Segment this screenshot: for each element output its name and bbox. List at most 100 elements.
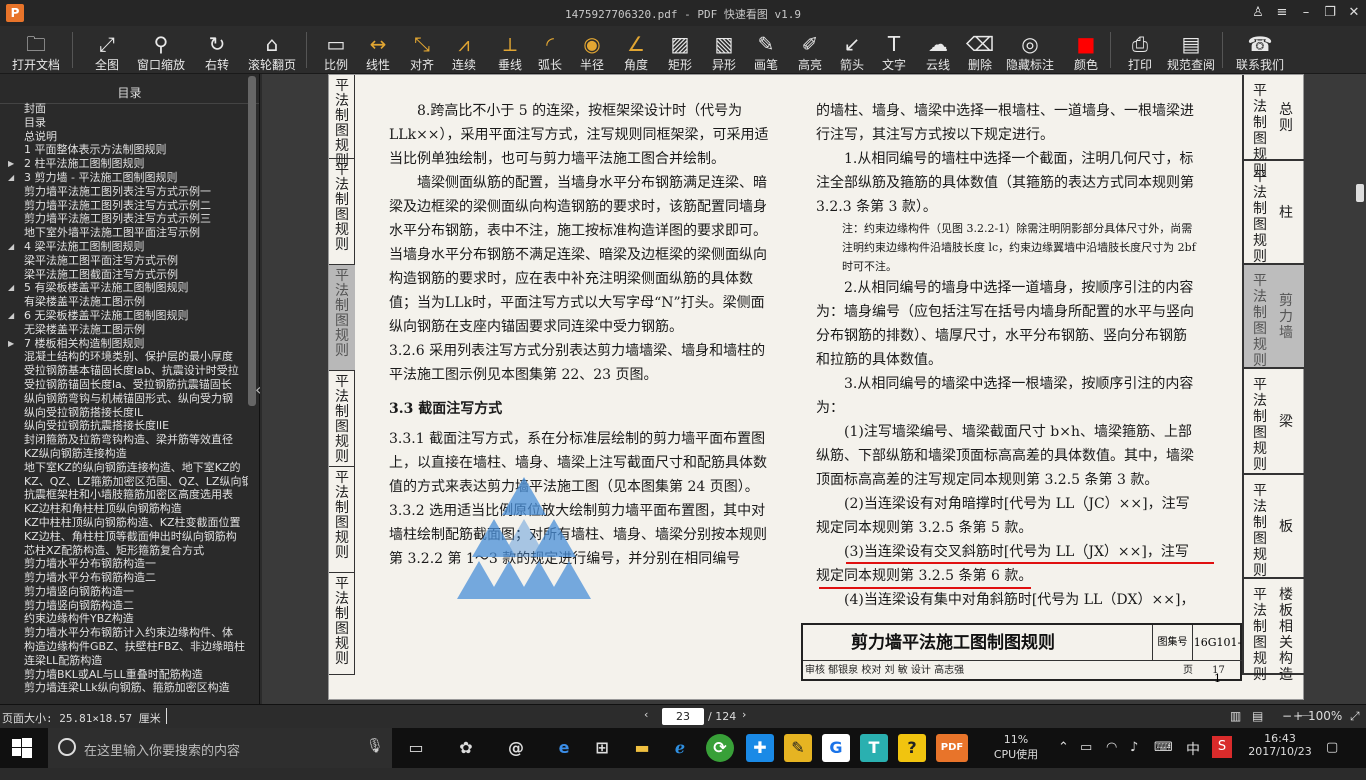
windows-start-icon[interactable] — [12, 738, 32, 758]
search-input[interactable]: 在这里输入你要搜索的内容 — [84, 740, 240, 759]
toc-item[interactable]: KZ中柱柱顶纵向钢筋构造、KZ柱变截面位置 — [0, 516, 248, 530]
toc-item[interactable]: 受拉钢筋锚固长度la、受拉钢筋抗震锚固长 — [0, 378, 248, 392]
task-view-icon[interactable]: ▭ — [402, 734, 430, 762]
support-tool-button[interactable]: ☎ 联系我们 — [1230, 26, 1290, 74]
ime-indicator[interactable]: 中 — [1186, 739, 1200, 779]
zoom-out-button[interactable]: − — [1282, 709, 1292, 723]
toc-item[interactable]: 连梁LL配筋构造 — [0, 654, 248, 668]
toc-item[interactable]: 1 平面整体表示方法制图规则 — [0, 143, 248, 157]
toc-item[interactable]: 剪力墙竖向钢筋构造二 — [0, 599, 248, 613]
book-tool-button[interactable]: ▤ 规范查阅 — [1164, 26, 1218, 74]
toc-item[interactable]: 剪力墙水平分布钢筋计入约束边缘构件、体 — [0, 626, 248, 640]
eraser-tool-button[interactable]: ⌫ 删除 — [960, 26, 1000, 74]
volume-icon[interactable]: ♪ — [1130, 740, 1138, 780]
toc-item[interactable]: KZ纵向钢筋连接构造 — [0, 447, 248, 461]
next-page-button[interactable]: › — [742, 708, 746, 721]
toc-item[interactable]: ▶ 7 楼板相关构造制图规则 — [0, 337, 248, 351]
page-input[interactable]: 23 — [662, 708, 704, 725]
rectangle-area-tool-button[interactable]: ▨ 矩形 — [660, 26, 700, 74]
toc-item[interactable]: 剪力墙竖向钢筋构造一 — [0, 585, 248, 599]
angle-tool-button[interactable]: ∠ 角度 — [616, 26, 656, 74]
toc-item[interactable]: 纵向钢筋弯钩与机械锚固形式、纵向受力钢 — [0, 392, 248, 406]
notes-app-icon[interactable]: ✎ — [784, 734, 812, 762]
fullscreen-icon[interactable]: ⤢ — [1350, 709, 1360, 724]
prev-page-button[interactable]: ‹ — [644, 708, 648, 721]
internet-explorer-icon[interactable]: ℯ — [666, 734, 694, 762]
toc-item[interactable]: ◢ 4 梁平法施工图制图规则 — [0, 240, 248, 254]
toc-item[interactable]: 受拉钢筋基本锚固长度lab、抗震设计时受拉 — [0, 364, 248, 378]
collapse-arrow-icon[interactable]: ◢ — [8, 171, 14, 185]
file-explorer-icon[interactable]: ▬ — [628, 734, 656, 762]
zoom-in-button[interactable]: + — [1293, 709, 1303, 723]
toc-item[interactable]: 梁平法施工图平面注写方式示例 — [0, 254, 248, 268]
folder-tool-button[interactable]: 🗀 打开文档 — [8, 26, 64, 74]
menu-icon[interactable]: ≡ — [1272, 3, 1292, 23]
polygon-area-tool-button[interactable]: ▧ 异形 — [704, 26, 744, 74]
store-icon[interactable]: ⊞ — [588, 734, 616, 762]
collapse-arrow-icon[interactable]: ◢ — [8, 309, 14, 323]
toc-item[interactable]: 混凝土结构的环境类别、保护层的最小厚度 — [0, 350, 248, 364]
user-icon[interactable]: ♙ — [1248, 3, 1268, 23]
expand-arrow-icon[interactable]: ▶ — [8, 157, 14, 171]
scale-tool-button[interactable]: ▭ 比例 — [316, 26, 356, 74]
text-tool-button[interactable]: T 文字 — [874, 26, 914, 74]
toc-item[interactable]: 剪力墙连梁LLk纵向钢筋、箍筋加密区构造 — [0, 681, 248, 695]
linear-measure-tool-button[interactable]: ↔ 线性 — [358, 26, 398, 74]
toc-item[interactable]: 封闭箍筋及拉筋弯钩构造、梁并筋等效直径 — [0, 433, 248, 447]
collapse-arrow-icon[interactable]: ◢ — [8, 240, 14, 254]
microphone-icon[interactable]: 🎙 — [366, 738, 384, 754]
restore-button[interactable]: ❐ — [1320, 3, 1340, 23]
notifications-icon[interactable]: ▢ — [1326, 740, 1338, 780]
toc-item[interactable]: 抗震框架柱和小墙肢箍筋加密区高度选用表 — [0, 488, 248, 502]
arrow-tool-button[interactable]: ↙ 箭头 — [832, 26, 872, 74]
tray-expand-icon[interactable]: ⌃ — [1058, 740, 1069, 780]
toc-item[interactable]: ◢ 6 无梁板楼盖平法施工图制图规则 — [0, 309, 248, 323]
cpu-usage-widget[interactable]: 11% CPU使用 — [984, 728, 1048, 768]
toc-item[interactable]: 总说明 — [0, 130, 248, 144]
two-page-view-icon[interactable]: ▥ — [1230, 709, 1241, 723]
clock[interactable]: 16:43 2017/10/23 — [1240, 728, 1320, 768]
toc-item[interactable]: 约束边缘构件YBZ构造 — [0, 612, 248, 626]
collapse-arrow-icon[interactable]: ◢ — [8, 281, 14, 295]
toc-item[interactable]: ◢ 3 剪力墙 - 平法施工图制图规则 — [0, 171, 248, 185]
toc-item[interactable]: 无梁楼盖平法施工图示例 — [0, 323, 248, 337]
toc-item[interactable]: 剪力墙平法施工图列表注写方式示例一 — [0, 185, 248, 199]
wifi-icon[interactable]: ◠ — [1106, 740, 1117, 780]
keyboard-icon[interactable]: ⌨ — [1154, 740, 1173, 780]
edge-browser-icon[interactable]: e — [550, 734, 578, 762]
toc-item[interactable]: KZ、QZ、LZ箍筋加密区范围、QZ、LZ纵向钢 — [0, 475, 248, 489]
toc-item[interactable]: 封面 — [0, 102, 248, 116]
fit-page-tool-button[interactable]: ⤢ 全图 — [82, 26, 132, 74]
toc-item[interactable]: KZ边柱和角柱柱顶纵向钢筋构造 — [0, 502, 248, 516]
single-page-view-icon[interactable]: ▤ — [1252, 709, 1263, 723]
toc-item[interactable]: 剪力墙BKL或AL与LL重叠时配筋构造 — [0, 668, 248, 682]
rotate-tool-button[interactable]: ↻ 右转 — [198, 26, 236, 74]
color-swatch-tool-button[interactable]: ■ 颜色 — [1066, 26, 1106, 74]
toc-item[interactable]: 有梁楼盖平法施工图示例 — [0, 295, 248, 309]
radius-tool-button[interactable]: ◉ 半径 — [572, 26, 612, 74]
toc-item[interactable]: 纵向受拉钢筋抗震搭接长度llE — [0, 419, 248, 433]
toc-item[interactable]: ◢ 5 有梁板楼盖平法施工图制图规则 — [0, 281, 248, 295]
toc-item[interactable]: 剪力墙平法施工图列表注写方式示例二 — [0, 199, 248, 213]
pen-tool-button[interactable]: ✎ 画笔 — [746, 26, 786, 74]
toc-item[interactable]: 目录 — [0, 116, 248, 130]
print-tool-button[interactable]: ⎙ 打印 — [1120, 26, 1160, 74]
cloud-tool-button[interactable]: ☁ 云线 — [918, 26, 958, 74]
toc-item[interactable]: 剪力墙水平分布钢筋构造一 — [0, 557, 248, 571]
close-button[interactable]: ✕ — [1344, 3, 1364, 23]
pdf-viewer-task-icon[interactable]: PDF — [936, 734, 968, 762]
hide-eye-tool-button[interactable]: ◎ 隐藏标注 — [1004, 26, 1056, 74]
minimize-button[interactable]: – — [1296, 3, 1316, 23]
toc-item[interactable]: 地下室外墙平法施工图平面注写示例 — [0, 226, 248, 240]
g-app-icon[interactable]: G — [822, 734, 850, 762]
arc-length-tool-button[interactable]: ◜ 弧长 — [530, 26, 570, 74]
toc-scrollbar[interactable] — [248, 76, 256, 406]
toc-item[interactable]: ▶ 2 柱平法施工图制图规则 — [0, 157, 248, 171]
toc-item[interactable]: 梁平法施工图截面注写方式示例 — [0, 268, 248, 282]
toc-item[interactable]: 构造边缘构件GBZ、扶壁柱FBZ、非边缘暗柱 — [0, 640, 248, 654]
tool-app-icon[interactable]: T — [860, 734, 888, 762]
zoom-tool-button[interactable]: ⚲ 窗口缩放 — [134, 26, 188, 74]
green-app-icon[interactable]: ⟳ — [706, 734, 734, 762]
toc-item[interactable]: KZ边柱、角柱柱顶等截面伸出时纵向钢筋构 — [0, 530, 248, 544]
expand-arrow-icon[interactable]: ▶ — [8, 337, 14, 351]
